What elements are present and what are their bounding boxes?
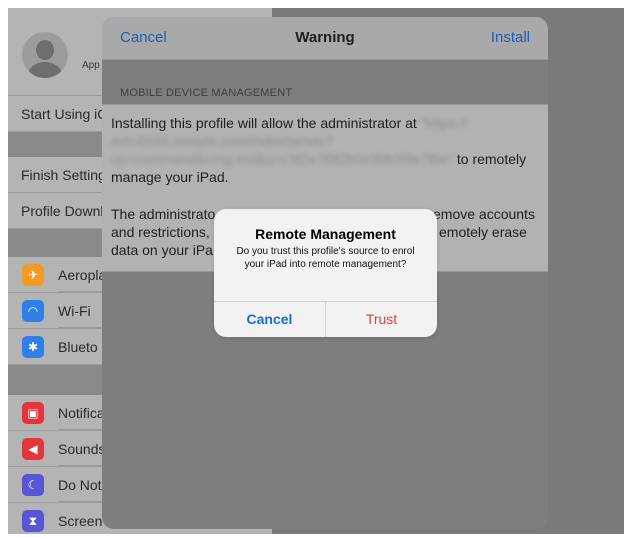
sidebar-item-label: Aeropla	[58, 267, 107, 283]
warning-text: data on your iPa	[111, 242, 213, 258]
redacted-url: op=command&cmg-md&u=c3f2e7f9f2b0e3bb3f9e…	[111, 151, 453, 167]
start-using-label: Start Using iC	[21, 106, 108, 122]
account-label: App	[82, 60, 100, 71]
sidebar-item-label: Screen	[58, 513, 103, 529]
profile-downloaded-label: Profile Downl	[21, 203, 104, 219]
finish-setting-label: Finish Setting	[21, 167, 106, 183]
warning-text: The administrato	[111, 206, 216, 222]
airplane-icon: ✈	[22, 264, 44, 286]
alert-cancel-button[interactable]: Cancel	[214, 302, 325, 337]
warning-text: manage your iPad.	[111, 169, 229, 185]
notifications-icon: ▣	[22, 402, 44, 424]
avatar	[22, 32, 68, 78]
remote-management-alert: Remote Management Do you trust this prof…	[214, 209, 437, 337]
warning-text: Installing this profile will allow the a…	[111, 115, 417, 131]
warning-text: emove accounts	[433, 206, 535, 222]
alert-trust-button[interactable]: Trust	[326, 302, 437, 337]
sheet-header: Cancel Warning Install	[102, 17, 548, 60]
warning-text: emotely erase	[439, 224, 527, 240]
redacted-url: sch-0103.mosyle.com/mdm/server?	[111, 133, 333, 149]
sidebar-item-label: Notifica	[58, 405, 105, 421]
wifi-icon: ◠	[22, 300, 44, 322]
sidebar-item-label: Wi-Fi	[58, 303, 91, 319]
bluetooth-icon: ✱	[22, 336, 44, 358]
alert-message: Do you trust this profile's source to en…	[236, 246, 415, 270]
warning-paragraph-1: Installing this profile will allow the a…	[111, 114, 537, 186]
warning-text: and restrictions,	[111, 224, 210, 240]
redacted-url: "https://	[420, 115, 468, 131]
sheet-title: Warning	[295, 29, 355, 46]
warning-text: to remotely	[456, 151, 527, 167]
do-not-disturb-icon: ☾	[22, 474, 44, 496]
install-button[interactable]: Install	[491, 29, 530, 46]
sidebar-item-label: Do Not	[58, 477, 102, 493]
sounds-icon: ◀	[22, 438, 44, 460]
section-header: MOBILE DEVICE MANAGEMENT	[120, 87, 293, 99]
sidebar-item-label: Blueto	[58, 339, 98, 355]
sidebar-item-label: Sounds	[58, 441, 106, 457]
alert-title: Remote Management	[255, 226, 396, 242]
screen-time-icon: ⧗	[22, 510, 44, 532]
